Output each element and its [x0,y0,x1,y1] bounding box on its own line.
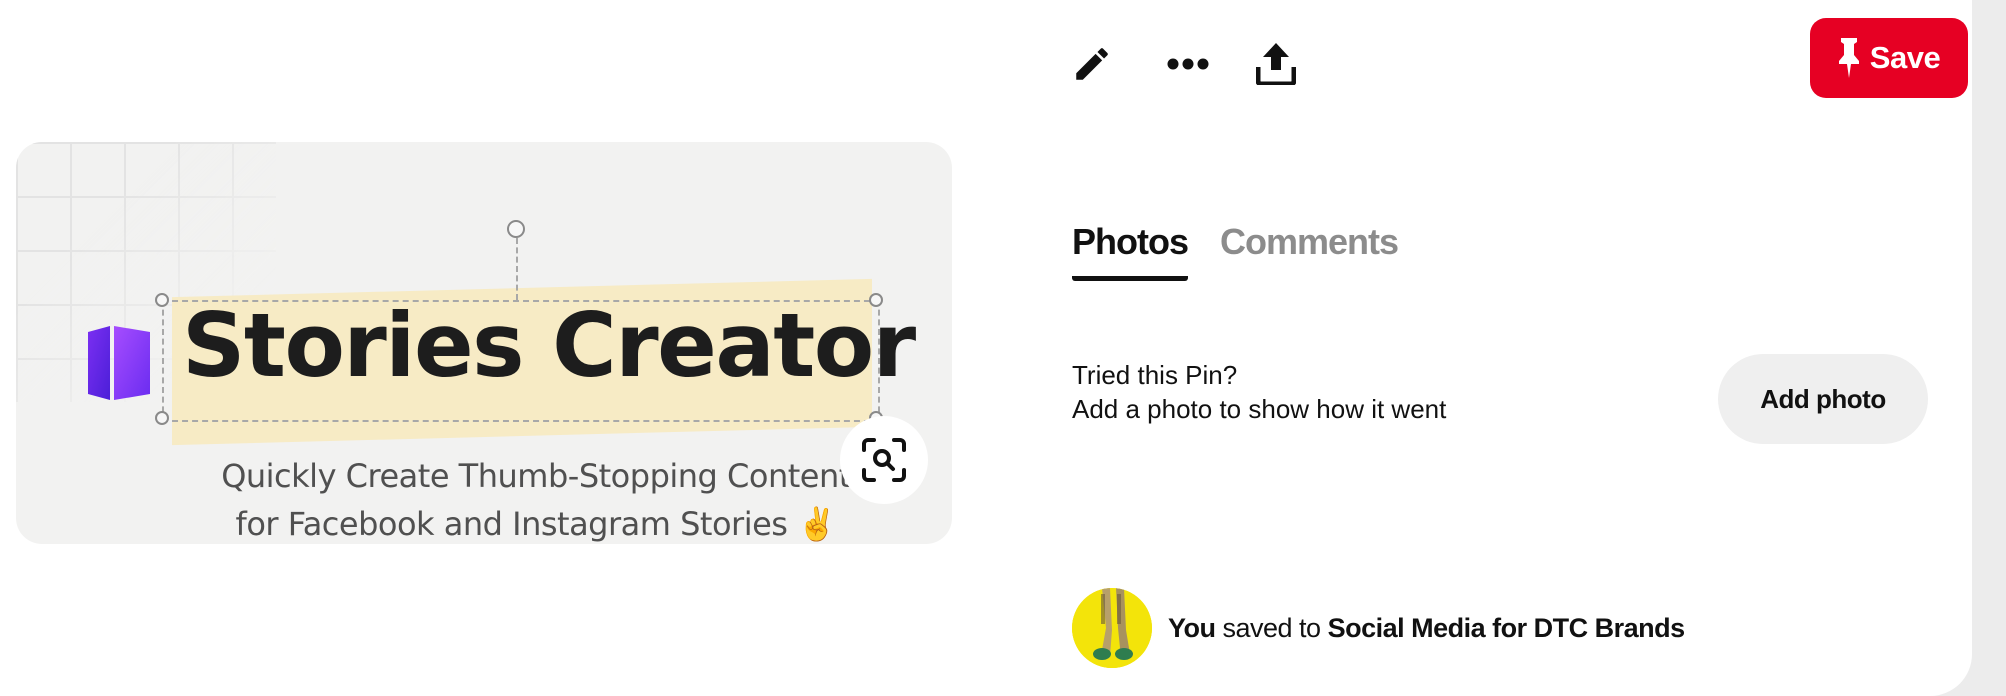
ellipsis-icon [1167,58,1209,70]
more-options-button[interactable] [1156,32,1220,96]
avatar[interactable] [1072,588,1152,668]
tab-comments[interactable]: Comments [1220,224,1399,281]
tried-pin-prompt: Tried this Pin? Add a photo to show how … [1072,358,1446,426]
saved-to-connector: saved to [1215,612,1328,643]
corner-handle [155,293,169,307]
stories-creator-logo [88,326,150,400]
saved-by-user[interactable]: You [1168,613,1216,643]
tried-pin-description: Add a photo to show how it went [1072,394,1447,424]
rotate-handle [507,220,525,238]
save-button-label: Save [1869,40,1941,75]
visual-search-button[interactable] [840,416,928,504]
pin-image[interactable]: Stories Creator Quickly Create Thumb-Sto… [16,142,952,544]
save-button[interactable]: Save [1810,18,1968,98]
saved-to-board: You saved to Social Media for DTC Brands [1072,588,1685,668]
share-upload-icon [1256,43,1296,85]
edit-button[interactable] [1060,32,1124,96]
tab-bar: Photos Comments [1072,224,1399,281]
pin-closeup-card: Stories Creator Quickly Create Thumb-Sto… [0,0,1972,696]
rotate-guide [516,238,518,300]
visual-search-icon [862,438,906,482]
board-link[interactable]: Social Media for DTC Brands [1328,613,1686,643]
image-subtitle-line1: Quickly Create Thumb-Stopping Content [221,457,851,495]
share-button[interactable] [1244,32,1308,96]
tab-photos[interactable]: Photos [1072,224,1189,281]
image-title: Stories Creator [182,294,916,397]
corner-handle [155,411,169,425]
image-subtitle-line2: for Facebook and Instagram Stories ✌️ [235,505,837,543]
user-avatar-image [1072,588,1152,668]
add-photo-button[interactable]: Add photo [1718,354,1928,444]
pencil-icon [1076,48,1108,80]
saved-to-text: You saved to Social Media for DTC Brands [1168,613,1685,644]
pushpin-icon [1838,38,1859,78]
tried-pin-heading: Tried this Pin? [1072,360,1238,390]
